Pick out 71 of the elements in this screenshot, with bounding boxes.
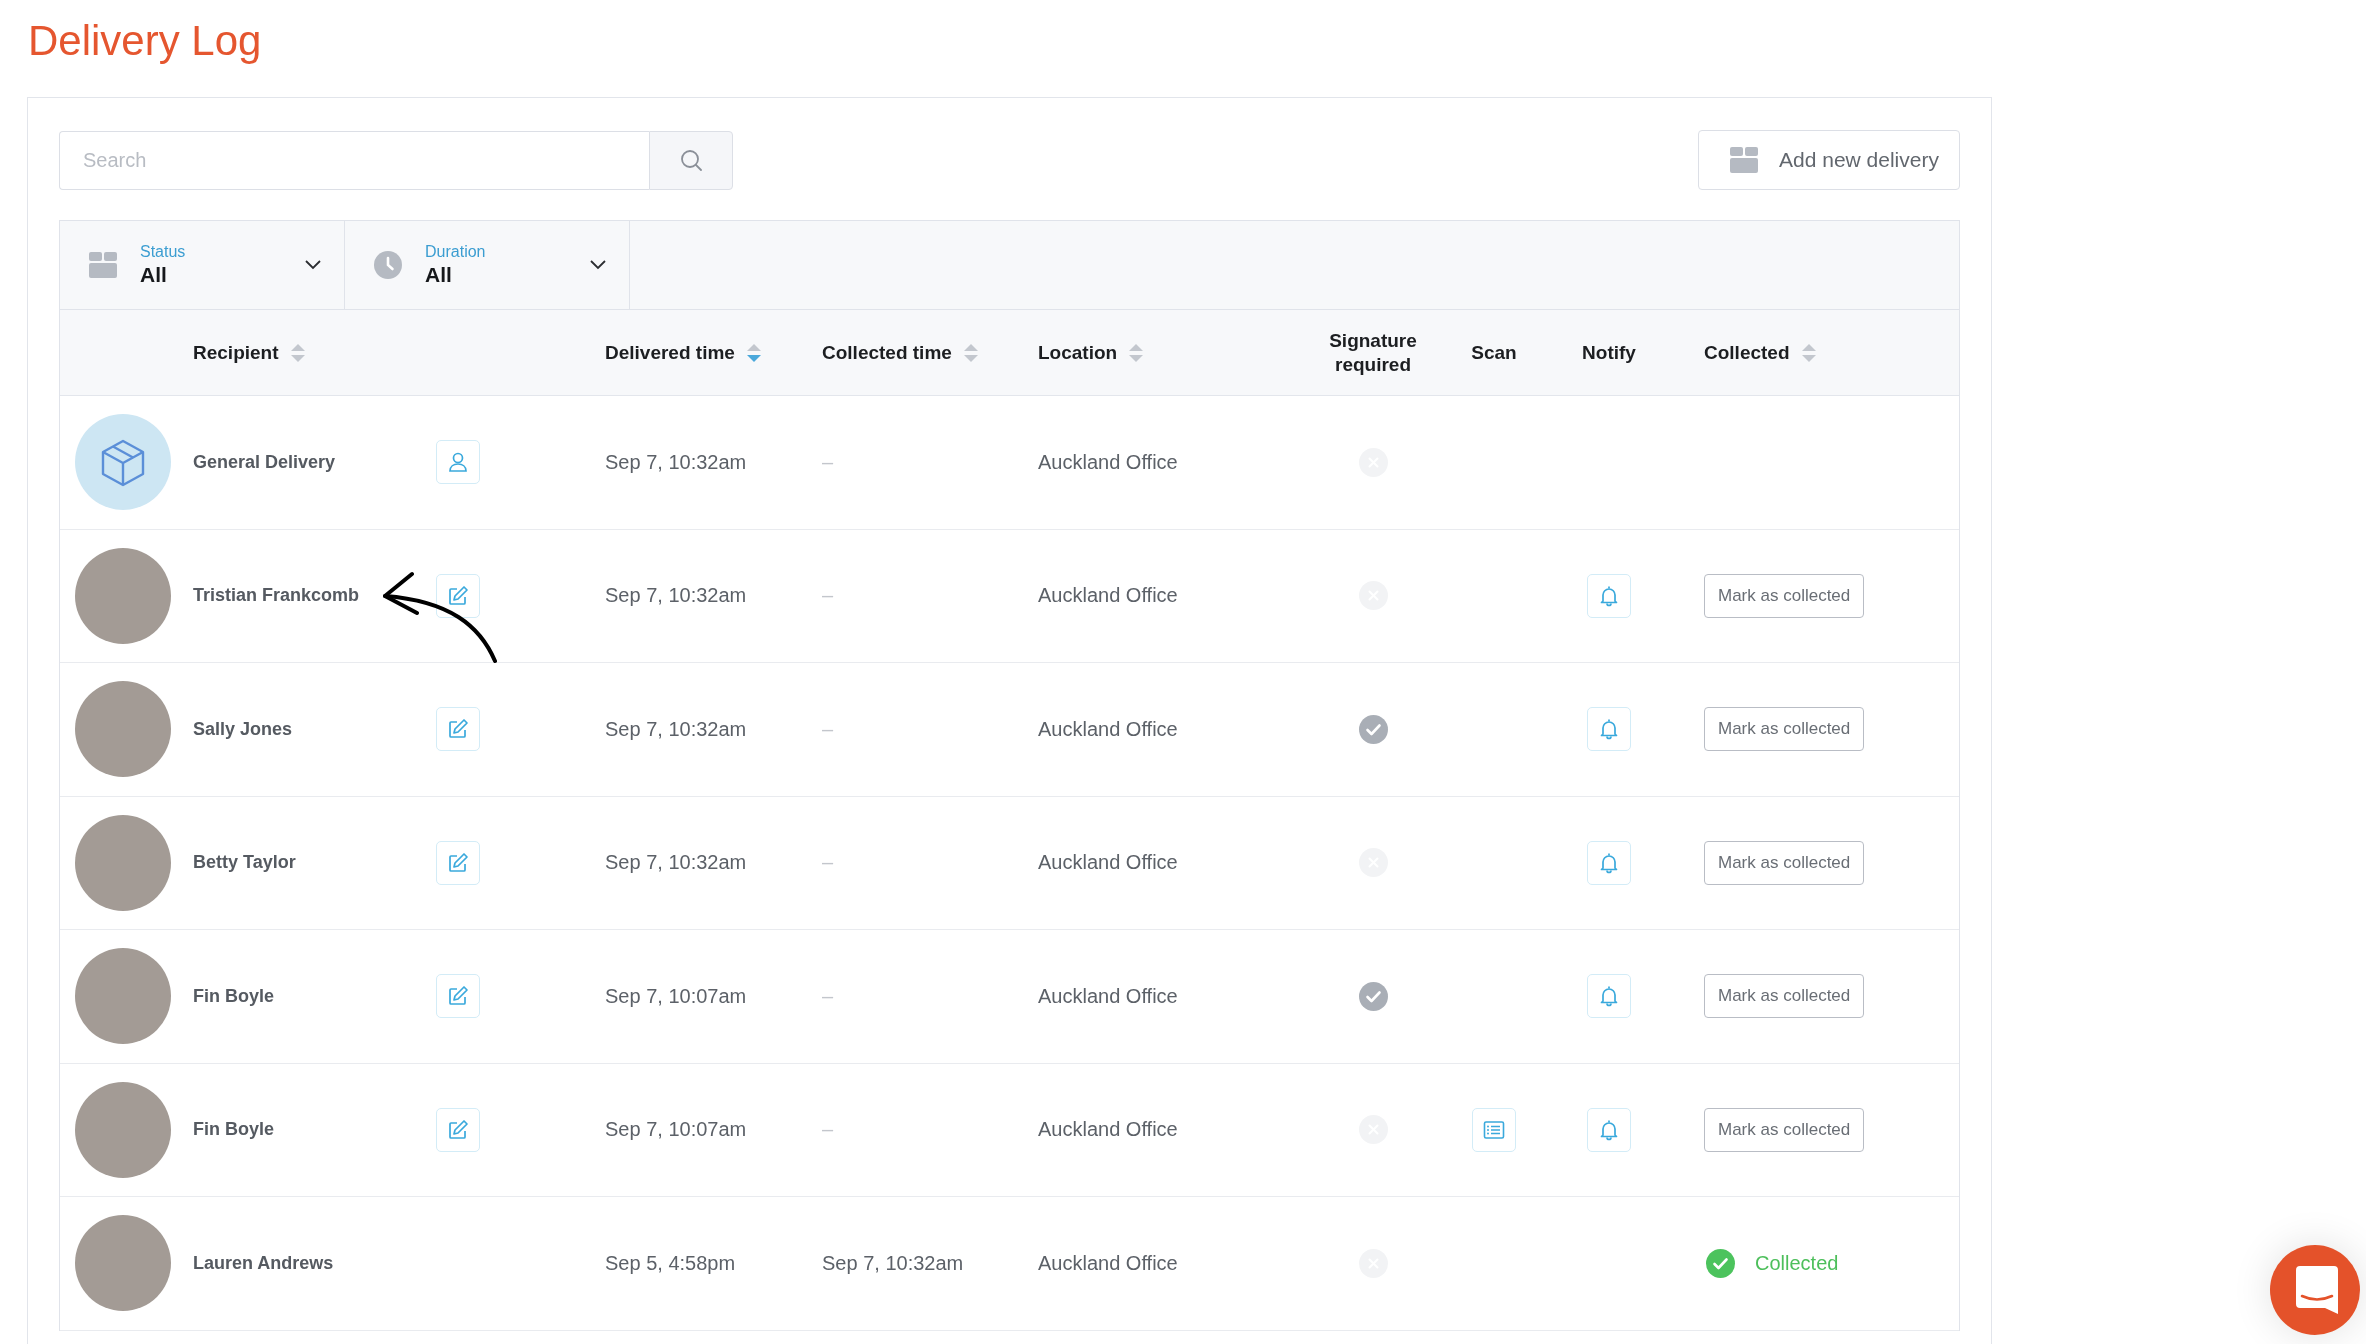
delivered-time: Sep 7, 10:32am xyxy=(605,851,747,875)
edit-icon xyxy=(446,850,470,875)
recipient-name: General Delivery xyxy=(193,451,336,473)
filter-label: Status xyxy=(140,242,186,262)
add-delivery-button[interactable]: Add new delivery xyxy=(1698,130,1960,190)
mark-collected-button[interactable]: Mark as collected xyxy=(1704,573,1865,618)
column-header[interactable]: Collected xyxy=(1704,341,1816,364)
filter-label: Duration xyxy=(425,242,486,262)
delivered-time: Sep 5, 4:58pm xyxy=(605,1251,736,1275)
box-icon xyxy=(89,252,117,278)
column-header[interactable]: Collected time xyxy=(822,341,978,364)
edit-button[interactable] xyxy=(436,573,480,618)
scan-button[interactable] xyxy=(1472,1107,1516,1152)
empty-collected-time: – xyxy=(822,984,834,1008)
recipient-name: Sally Jones xyxy=(193,718,293,740)
mark-collected-button[interactable]: Mark as collected xyxy=(1704,840,1865,885)
notify-button[interactable] xyxy=(1587,1107,1631,1152)
location-text: Auckland Office xyxy=(1038,1118,1178,1142)
chat-icon xyxy=(2296,1266,2338,1314)
location-text: Auckland Office xyxy=(1038,1251,1178,1275)
column-header: Signature required xyxy=(1328,328,1418,377)
delivered-time: Sep 7, 10:32am xyxy=(605,450,747,474)
filter-value: All xyxy=(425,262,452,288)
column-header[interactable]: Location xyxy=(1038,341,1144,364)
chevron-down-icon xyxy=(590,260,606,270)
recipient-name: Fin Boyle xyxy=(193,1119,274,1141)
mark-collected-button[interactable]: Mark as collected xyxy=(1704,1107,1865,1152)
empty-collected-time: – xyxy=(822,1118,834,1142)
person-icon xyxy=(446,450,470,475)
empty-collected-time: – xyxy=(822,450,834,474)
column-header: Scan xyxy=(1471,340,1517,365)
delivered-time: Sep 7, 10:32am xyxy=(605,717,747,741)
notify-button[interactable] xyxy=(1587,707,1631,752)
recipient-name: Fin Boyle xyxy=(193,985,274,1007)
empty-collected-time: – xyxy=(822,717,834,741)
search-button[interactable] xyxy=(649,130,733,190)
edit-icon xyxy=(446,583,470,608)
empty-collected-time: – xyxy=(822,584,834,608)
notify-button[interactable] xyxy=(1587,840,1631,885)
delivered-time: Sep 7, 10:07am xyxy=(605,1118,747,1142)
notify-button[interactable] xyxy=(1587,974,1631,1019)
assign-recipient-button[interactable] xyxy=(436,440,480,485)
search-field[interactable]: Search xyxy=(59,130,649,190)
delivered-time: Sep 7, 10:07am xyxy=(605,984,747,1008)
column-header[interactable]: Recipient xyxy=(193,341,305,364)
recipient-name: Tristian Frankcomb xyxy=(193,585,360,607)
recipient-name: Betty Taylor xyxy=(193,852,296,874)
column-header: Notify xyxy=(1582,340,1636,365)
search-icon xyxy=(680,149,702,171)
recipient-name: Lauren Andrews xyxy=(193,1252,334,1274)
box-icon xyxy=(1730,147,1758,173)
notify-button[interactable] xyxy=(1587,573,1631,618)
chevron-down-icon xyxy=(305,260,321,270)
location-text: Auckland Office xyxy=(1038,984,1178,1008)
column-header[interactable]: Delivered time xyxy=(605,341,761,364)
collected-time: Sep 7, 10:32am xyxy=(822,1251,964,1275)
mark-collected-button[interactable]: Mark as collected xyxy=(1704,974,1865,1019)
collected-status: Collected xyxy=(1755,1251,1839,1275)
delivered-time: Sep 7, 10:32am xyxy=(605,584,747,608)
location-text: Auckland Office xyxy=(1038,450,1178,474)
filter-dropdown[interactable]: Duration All xyxy=(345,221,630,309)
filter-dropdown[interactable]: Status All xyxy=(60,221,345,309)
location-text: Auckland Office xyxy=(1038,584,1178,608)
location-text: Auckland Office xyxy=(1038,717,1178,741)
filter-value: All xyxy=(140,262,167,288)
clock-icon xyxy=(374,251,402,279)
edit-icon xyxy=(446,1117,470,1142)
page-title: Delivery Log xyxy=(28,16,262,66)
location-text: Auckland Office xyxy=(1038,851,1178,875)
empty-collected-time: – xyxy=(822,851,834,875)
mark-collected-button[interactable]: Mark as collected xyxy=(1704,707,1865,752)
